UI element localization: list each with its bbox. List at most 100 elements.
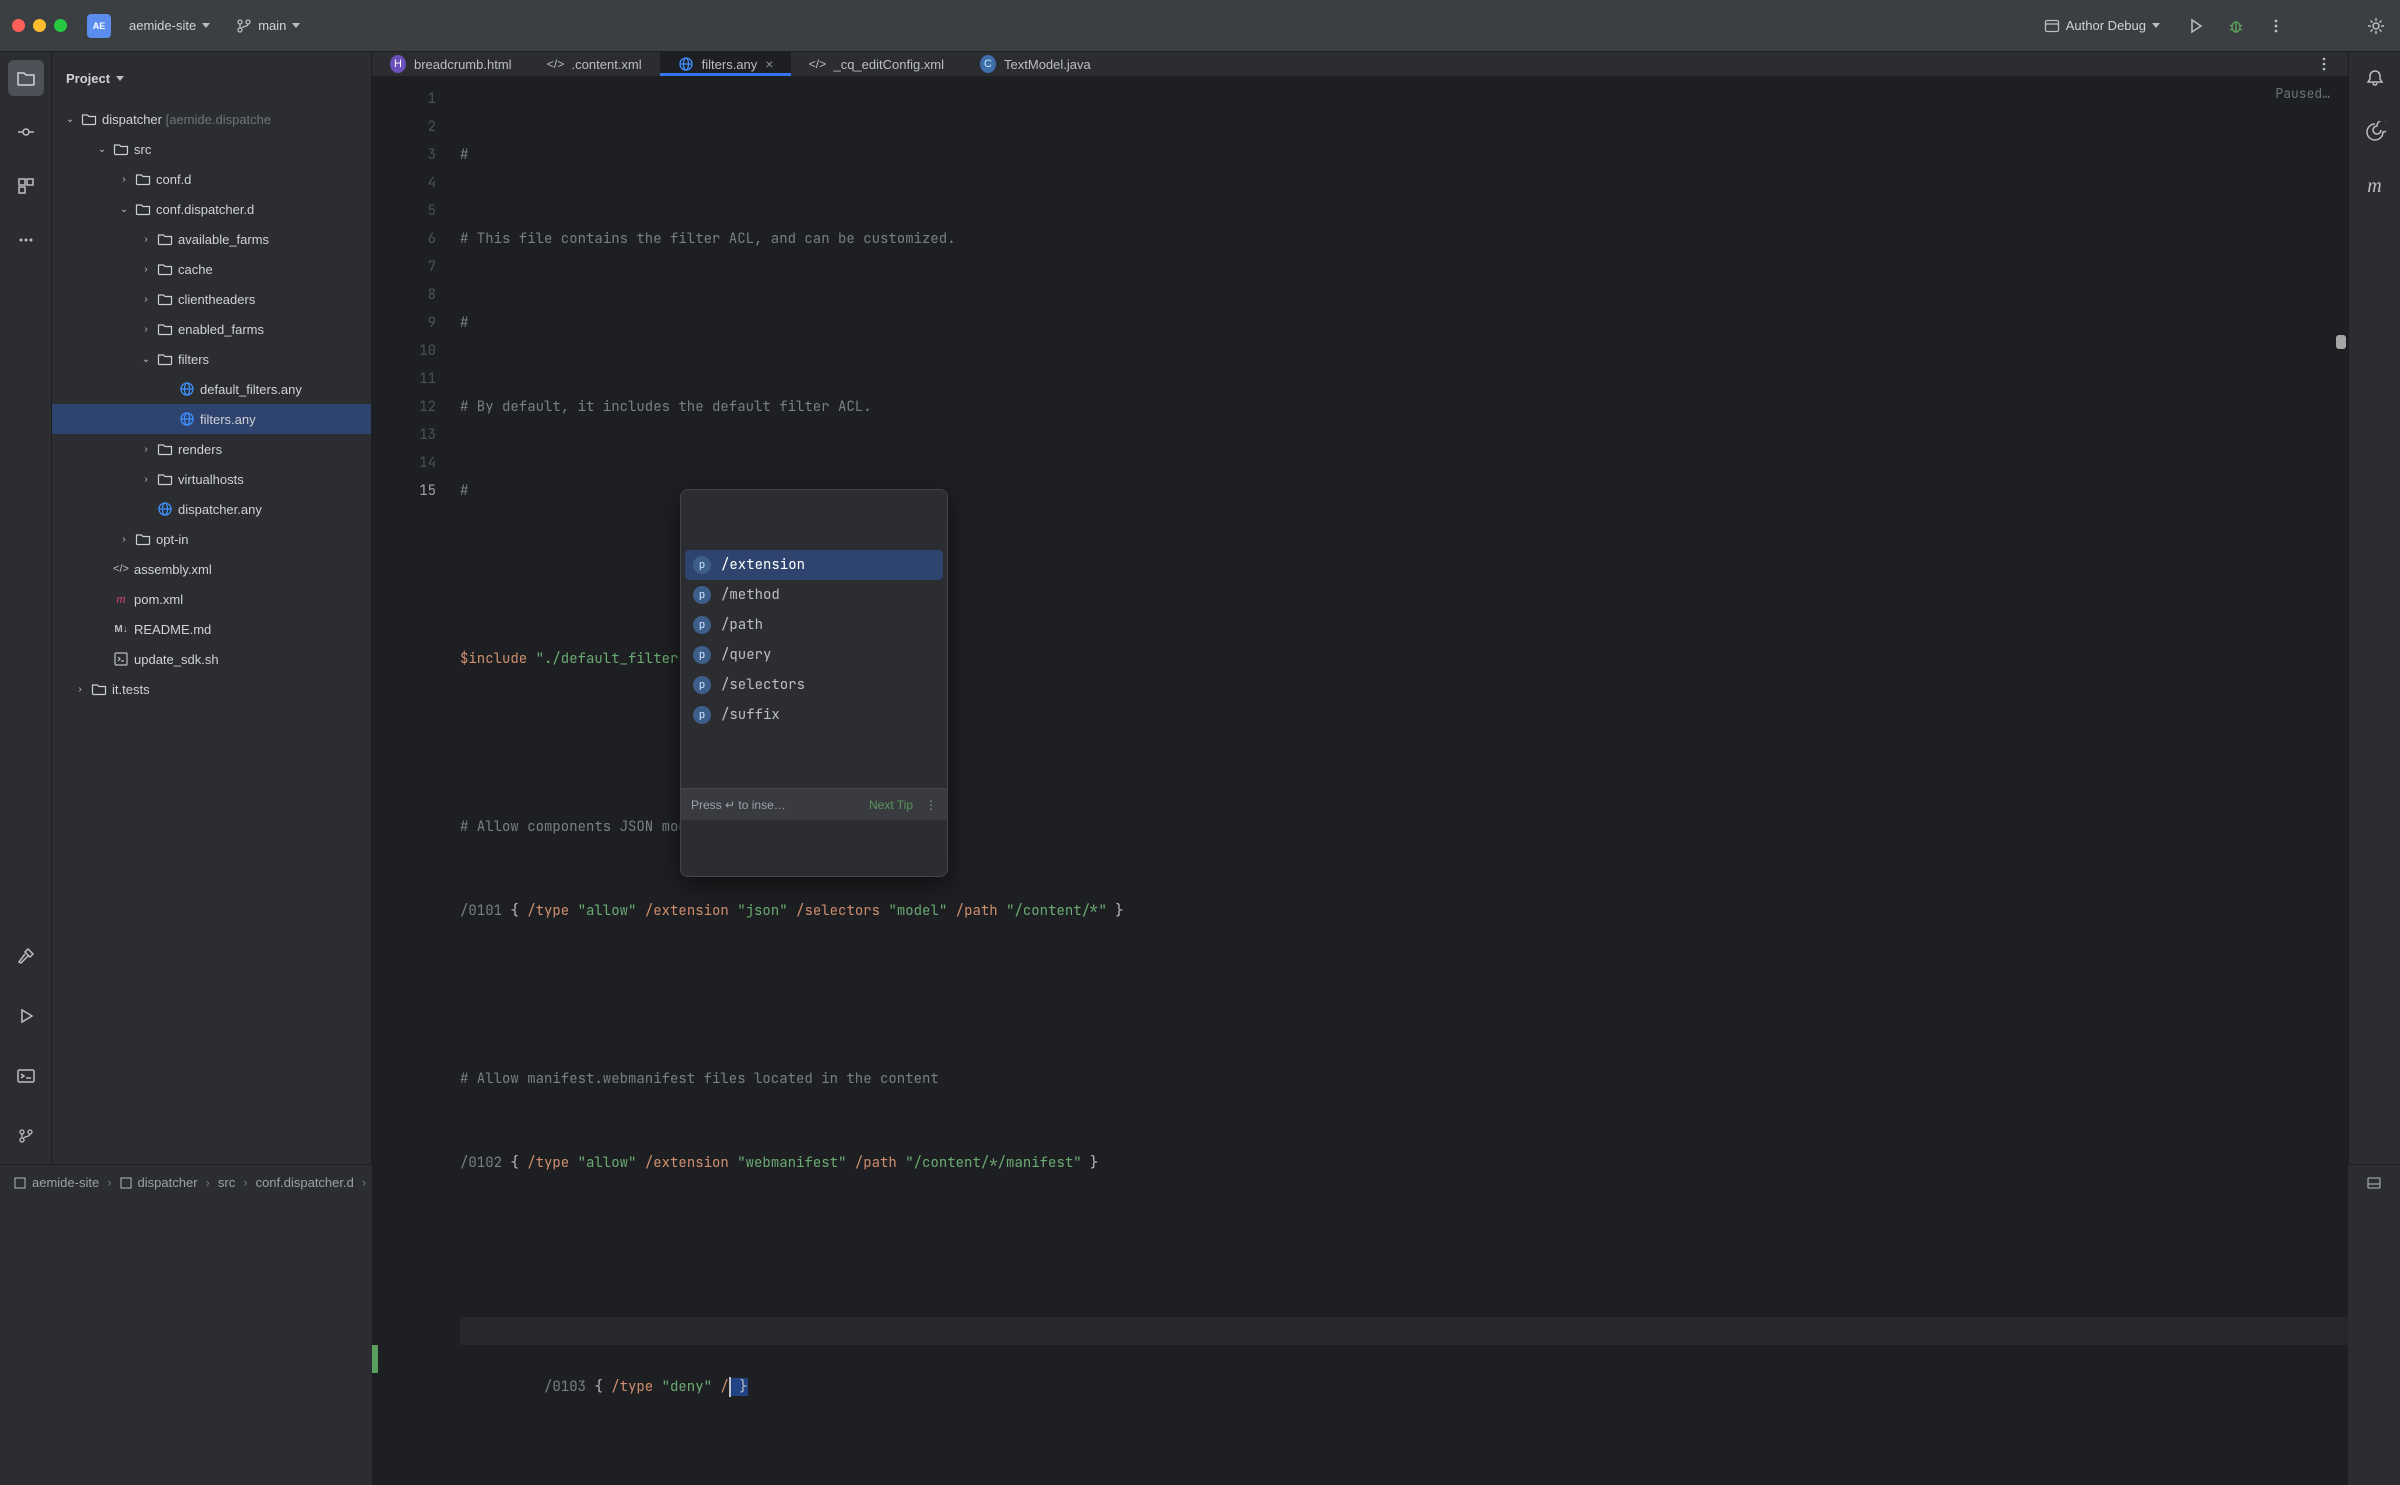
bug-icon xyxy=(2227,17,2245,35)
property-badge: p xyxy=(693,676,711,694)
tree-chevron[interactable]: ⌄ xyxy=(140,354,152,365)
close-window[interactable] xyxy=(12,19,25,32)
completion-options[interactable]: ⋮ xyxy=(925,791,937,819)
completion-list[interactable]: p/extensionp/methodp/pathp/queryp/select… xyxy=(681,546,947,732)
tree-row[interactable]: › renders xyxy=(52,434,371,464)
editor-tab[interactable]: CTextModel.java xyxy=(962,52,1109,76)
run-button[interactable] xyxy=(2184,14,2208,38)
tree-row[interactable]: mpom.xml xyxy=(52,584,371,614)
tree-row[interactable]: default_filters.any xyxy=(52,374,371,404)
property-badge: p xyxy=(693,616,711,634)
tree-row[interactable]: ›opt-in xyxy=(52,524,371,554)
tree-row[interactable]: ›enabled_farms xyxy=(52,314,371,344)
zoom-window[interactable] xyxy=(54,19,67,32)
more-tools-button[interactable] xyxy=(8,222,44,258)
terminal-tool-button[interactable] xyxy=(8,1058,44,1094)
tree-chevron[interactable]: ⌄ xyxy=(118,204,130,215)
tree-chevron[interactable]: › xyxy=(118,174,130,185)
tree-row[interactable]: ›cache xyxy=(52,254,371,284)
editor-tab[interactable]: </>_cq_editConfig.xml xyxy=(791,52,962,76)
vcs-branch[interactable]: main xyxy=(228,14,308,38)
completion-item[interactable]: p/path xyxy=(685,610,943,640)
breadcrumb-segment[interactable]: dispatcher xyxy=(120,1175,198,1190)
close-tab[interactable]: × xyxy=(765,56,773,72)
run-tool-button[interactable] xyxy=(8,998,44,1034)
chevron-down-icon xyxy=(116,76,124,81)
tree-row[interactable]: ›conf.d xyxy=(52,164,371,194)
tree-chevron[interactable]: › xyxy=(140,234,152,245)
tree-row[interactable]: ⌄conf.dispatcher.d xyxy=(52,194,371,224)
branch-icon xyxy=(17,1127,35,1145)
completion-item[interactable]: p/query xyxy=(685,640,943,670)
tree-chevron[interactable]: › xyxy=(140,444,152,455)
breadcrumb-segment[interactable]: conf.dispatcher.d xyxy=(256,1175,354,1190)
status-widget[interactable] xyxy=(2362,1171,2386,1195)
play-icon xyxy=(2188,18,2204,34)
tree-chevron[interactable]: ⌄ xyxy=(96,144,108,155)
debug-button[interactable] xyxy=(2224,14,2248,38)
breadcrumb-separator: › xyxy=(107,1175,111,1190)
run-config-selector[interactable]: Author Debug xyxy=(2036,14,2168,38)
project-tool-button[interactable] xyxy=(8,60,44,96)
maven-tool-button[interactable]: m xyxy=(2357,168,2393,204)
build-tool-button[interactable] xyxy=(8,938,44,974)
tree-row[interactable]: update_sdk.sh xyxy=(52,644,371,674)
next-tip-link[interactable]: Next Tip xyxy=(869,791,913,819)
project-selector[interactable]: aemide-site xyxy=(121,14,218,37)
tree-chevron[interactable]: › xyxy=(140,324,152,335)
terminal-icon xyxy=(16,1066,36,1086)
maven-icon: m xyxy=(2367,175,2381,198)
project-tree[interactable]: ⌄ dispatcher [aemide.dispatche ⌄src›conf… xyxy=(52,104,371,1164)
editor-tabs: Hbreadcrumb.html</>.content.xmlfilters.a… xyxy=(372,52,2348,77)
chevron-down-icon xyxy=(292,23,300,28)
commit-tool-button[interactable] xyxy=(8,114,44,150)
tab-options[interactable] xyxy=(2312,52,2336,76)
gear-icon xyxy=(2366,16,2386,36)
tree-row[interactable]: ›it.tests xyxy=(52,674,371,704)
aem-tool-button[interactable] xyxy=(2357,114,2393,150)
tree-chevron[interactable]: › xyxy=(140,474,152,485)
scrollbar-thumb[interactable] xyxy=(2336,335,2346,349)
more-actions[interactable] xyxy=(2264,14,2288,38)
tree-row[interactable]: M↓README.md xyxy=(52,614,371,644)
tree-row[interactable]: filters.any xyxy=(52,404,371,434)
structure-tool-button[interactable] xyxy=(8,168,44,204)
breadcrumb-segment[interactable]: aemide-site xyxy=(14,1175,99,1190)
tree-row[interactable]: ›virtualhosts xyxy=(52,464,371,494)
tree-root[interactable]: ⌄ dispatcher [aemide.dispatche xyxy=(52,104,371,134)
tree-row[interactable]: ›available_farms xyxy=(52,224,371,254)
tree-row[interactable]: </>assembly.xml xyxy=(52,554,371,584)
tree-chevron[interactable]: › xyxy=(74,684,86,695)
editor-tab[interactable]: filters.any× xyxy=(660,52,792,76)
tree-chevron[interactable]: › xyxy=(118,534,130,545)
completion-item[interactable]: p/selectors xyxy=(685,670,943,700)
code-content[interactable]: # # This file contains the filter ACL, a… xyxy=(450,77,2348,1485)
tree-row[interactable]: ⌄ filters xyxy=(52,344,371,374)
completion-item[interactable]: p/suffix xyxy=(685,700,943,730)
completion-item[interactable]: p/extension xyxy=(685,550,943,580)
notifications-button[interactable] xyxy=(2357,60,2393,96)
folder-icon xyxy=(134,531,152,547)
project-panel: Project ⌄ dispatcher [aemide.dispatche ⌄… xyxy=(52,52,372,1164)
tree-row[interactable]: ›clientheaders xyxy=(52,284,371,314)
settings-button[interactable] xyxy=(2364,14,2388,38)
play-icon xyxy=(17,1007,35,1025)
panel-icon xyxy=(2366,1175,2382,1191)
tree-row[interactable]: ⌄src xyxy=(52,134,371,164)
editor-body[interactable]: Paused… 123456789101112131415 # # This f… xyxy=(372,77,2348,1485)
chevron-down-icon[interactable]: ⌄ xyxy=(64,114,76,125)
tree-chevron[interactable]: › xyxy=(140,294,152,305)
editor-tab[interactable]: Hbreadcrumb.html xyxy=(372,52,530,76)
project-panel-header[interactable]: Project xyxy=(52,52,371,104)
breadcrumb-segment[interactable]: src xyxy=(218,1175,235,1190)
tree-label: filters xyxy=(178,352,209,367)
editor-tab[interactable]: </>.content.xml xyxy=(530,52,660,76)
vcs-tool-button[interactable] xyxy=(8,1118,44,1154)
editor-area: Hbreadcrumb.html</>.content.xmlfilters.a… xyxy=(372,52,2348,1164)
completion-item[interactable]: p/method xyxy=(685,580,943,610)
tree-row[interactable]: dispatcher.any xyxy=(52,494,371,524)
tree-chevron[interactable]: › xyxy=(140,264,152,275)
tree-label: renders xyxy=(178,442,222,457)
minimize-window[interactable] xyxy=(33,19,46,32)
gutter: 123456789101112131415 xyxy=(372,77,450,1485)
